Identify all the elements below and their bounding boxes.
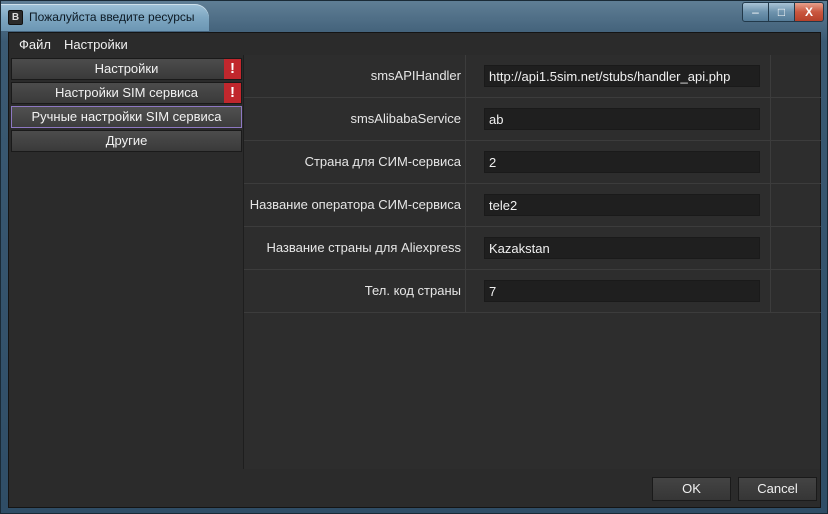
close-button[interactable]: X xyxy=(794,2,824,22)
field-label: Название страны для Aliexpress xyxy=(244,227,466,269)
aliexpress-country-input[interactable] xyxy=(484,237,760,259)
column-divider xyxy=(770,55,771,97)
sidebar-item-label: Настройки xyxy=(94,61,159,76)
sim-operator-input[interactable] xyxy=(484,194,760,216)
field-row: Название страны для Aliexpress xyxy=(244,227,821,270)
title-bar[interactable]: B Пожалуйста введите ресурсы – □ X xyxy=(1,1,828,32)
sidebar-item-other[interactable]: Другие xyxy=(11,130,242,152)
minimize-button[interactable]: – xyxy=(742,2,769,22)
field-label: smsAPIHandler xyxy=(244,55,466,97)
field-label: Тел. код страны xyxy=(244,270,466,312)
sidebar-item-label: Настройки SIM сервиса xyxy=(55,85,198,100)
sidebar-item-manual-sim-settings[interactable]: Ручные настройки SIM сервиса xyxy=(11,106,242,128)
sidebar-item-label: Другие xyxy=(105,133,148,148)
field-label: smsAlibabaService xyxy=(244,98,466,140)
column-divider xyxy=(770,270,771,312)
field-row: Страна для СИМ-сервиса xyxy=(244,141,821,184)
field-row: Тел. код страны xyxy=(244,270,821,313)
menu-file[interactable]: Файл xyxy=(19,37,51,52)
window-frame: B Пожалуйста введите ресурсы – □ X Файл … xyxy=(0,0,828,514)
field-row: smsAPIHandler xyxy=(244,55,821,98)
dialog-client: Файл Настройки Настройки ! Настройки SIM… xyxy=(8,32,821,508)
button-bar: OK Cancel xyxy=(9,469,820,507)
field-label: Название оператора СИМ-сервиса xyxy=(244,184,466,226)
sidebar-item-settings[interactable]: Настройки ! xyxy=(11,58,242,80)
column-divider xyxy=(770,141,771,183)
warning-icon: ! xyxy=(224,59,241,79)
maximize-button[interactable]: □ xyxy=(768,2,795,22)
sms-alibaba-service-input[interactable] xyxy=(484,108,760,130)
menu-bar: Файл Настройки xyxy=(9,33,820,55)
column-divider xyxy=(770,184,771,226)
warning-icon: ! xyxy=(224,83,241,103)
sidebar-item-label: Ручные настройки SIM сервиса xyxy=(31,109,222,124)
field-row: Название оператора СИМ-сервиса xyxy=(244,184,821,227)
window-title: Пожалуйста введите ресурсы xyxy=(29,10,195,24)
sidebar-item-sim-settings[interactable]: Настройки SIM сервиса ! xyxy=(11,82,242,104)
sms-api-handler-input[interactable] xyxy=(484,65,760,87)
sim-country-input[interactable] xyxy=(484,151,760,173)
column-divider xyxy=(770,227,771,269)
phone-country-code-input[interactable] xyxy=(484,280,760,302)
menu-settings[interactable]: Настройки xyxy=(64,37,128,52)
app-icon: B xyxy=(8,10,23,25)
cancel-button[interactable]: Cancel xyxy=(738,477,817,501)
ok-button[interactable]: OK xyxy=(652,477,731,501)
settings-panel: smsAPIHandler smsAlibabaService Страна д… xyxy=(243,55,821,469)
field-label: Страна для СИМ-сервиса xyxy=(244,141,466,183)
column-divider xyxy=(770,98,771,140)
sidebar: Настройки ! Настройки SIM сервиса ! Ручн… xyxy=(11,58,243,154)
field-row: smsAlibabaService xyxy=(244,98,821,141)
